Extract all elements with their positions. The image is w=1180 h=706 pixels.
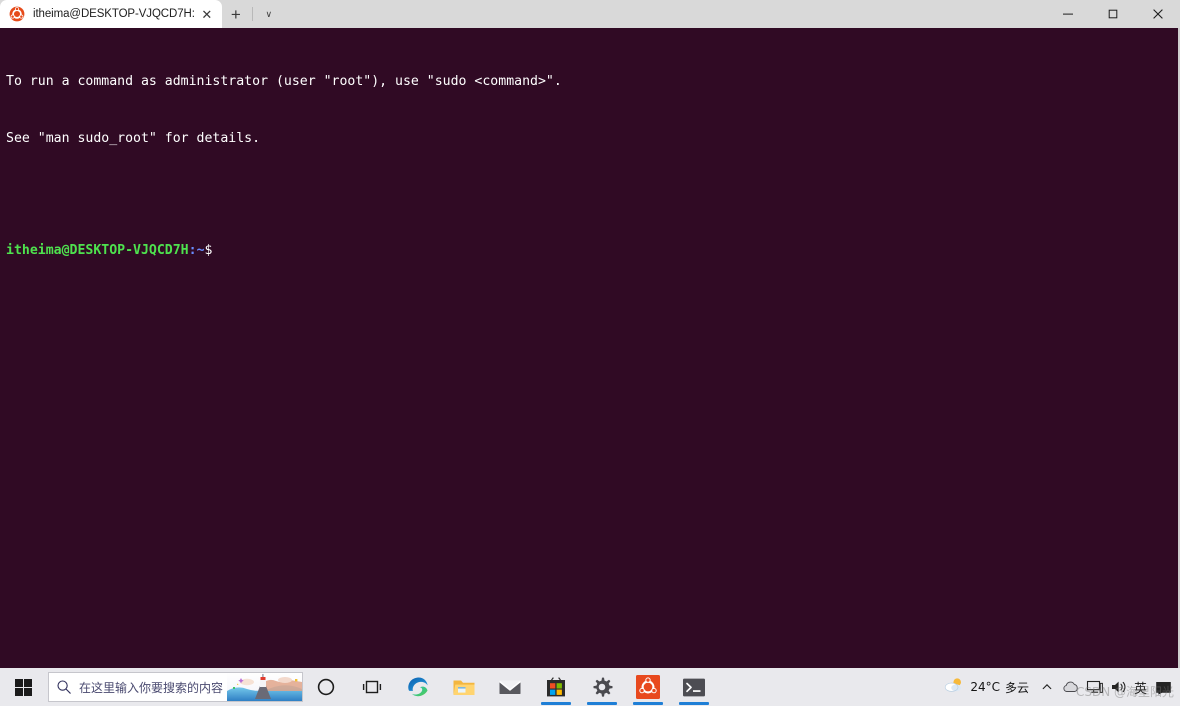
maximize-button[interactable]: [1090, 0, 1135, 28]
weather-condition: 多云: [1004, 680, 1029, 695]
windows-terminal-icon[interactable]: [671, 668, 717, 706]
microsoft-store-icon[interactable]: [533, 668, 579, 706]
ubuntu-logo-icon: [9, 6, 25, 22]
ubuntu-icon[interactable]: [625, 668, 671, 706]
weather-temperature: 24°C: [970, 680, 1000, 694]
terminal-cursor: [212, 242, 220, 257]
task-view-glyph-icon: [360, 675, 384, 699]
plus-icon: +: [230, 4, 241, 24]
store-glyph-icon: [544, 675, 568, 699]
sun-behind-cloud-icon: [943, 676, 965, 699]
file-explorer-icon[interactable]: [441, 668, 487, 706]
tab-dropdown-button[interactable]: ∨: [255, 0, 283, 28]
ubuntu-glyph-icon: [636, 675, 660, 699]
search-icon: [49, 679, 79, 695]
terminal-line: To run a command as administrator (user …: [6, 74, 562, 89]
ime-language-indicator[interactable]: 英: [1131, 678, 1150, 697]
settings-gear-icon[interactable]: [579, 668, 625, 706]
system-tray: 24°C 多云 英 CSDN @海里阳光: [939, 668, 1180, 706]
prompt-user-host: itheima@DESKTOP-VJQCD7H: [6, 243, 189, 258]
gear-glyph-icon: [590, 675, 614, 699]
chevron-down-icon: ∨: [265, 8, 273, 19]
tab-close-icon[interactable]: ✕: [198, 5, 216, 23]
prompt-separator: :: [188, 243, 197, 258]
cortana-circle-icon: [314, 675, 338, 699]
new-tab-button[interactable]: +: [222, 0, 250, 28]
network-monitor-icon[interactable]: [1083, 668, 1107, 706]
envelope-glyph-icon: [498, 675, 522, 699]
onedrive-cloud-icon[interactable]: [1059, 668, 1083, 706]
close-button[interactable]: [1135, 0, 1180, 28]
windows-taskbar: 在这里输入你要搜索的内容 24°C 多云 英 CSDN @海里阳光: [0, 668, 1180, 706]
edge-glyph-icon: [406, 675, 430, 699]
window-controls: [1045, 0, 1180, 28]
task-view-icon[interactable]: [349, 668, 395, 706]
desktop-root: itheima@DESKTOP-VJQCD7H: ✕ + ∨ To run a …: [0, 0, 1180, 706]
mail-icon[interactable]: [487, 668, 533, 706]
prompt-path: ~: [196, 243, 205, 258]
folder-glyph-icon: [452, 675, 476, 699]
prompt-symbol: $: [204, 243, 213, 258]
microsoft-edge-icon[interactable]: [395, 668, 441, 706]
terminal-output: To run a command as administrator (user …: [0, 28, 1178, 298]
search-highlight-illustration: [227, 673, 302, 701]
volume-speaker-icon[interactable]: [1107, 668, 1131, 706]
windows-start-button[interactable]: [0, 668, 46, 706]
window-title-bar: itheima@DESKTOP-VJQCD7H: ✕ + ∨: [0, 0, 1180, 28]
cortana-icon[interactable]: [303, 668, 349, 706]
terminal-surface[interactable]: To run a command as administrator (user …: [0, 28, 1180, 668]
action-center-icon[interactable]: [1150, 668, 1176, 706]
tab-title: itheima@DESKTOP-VJQCD7H:: [33, 8, 195, 20]
taskbar-weather-widget[interactable]: 24°C 多云: [939, 668, 1035, 706]
taskbar-search-box[interactable]: 在这里输入你要搜索的内容: [48, 672, 303, 702]
show-hidden-icons-button[interactable]: [1035, 668, 1059, 706]
terminal-glyph-icon: [682, 675, 706, 699]
tab-bar-divider: [251, 7, 253, 21]
terminal-line: See "man sudo_root" for details.: [6, 131, 261, 146]
windows-logo-icon: [14, 678, 32, 696]
minimize-button[interactable]: [1045, 0, 1090, 28]
terminal-prompt-line: itheima@DESKTOP-VJQCD7H:~$: [6, 241, 1178, 260]
terminal-tab[interactable]: itheima@DESKTOP-VJQCD7H: ✕: [0, 0, 222, 28]
tab-strip: itheima@DESKTOP-VJQCD7H: ✕ + ∨: [0, 0, 283, 28]
